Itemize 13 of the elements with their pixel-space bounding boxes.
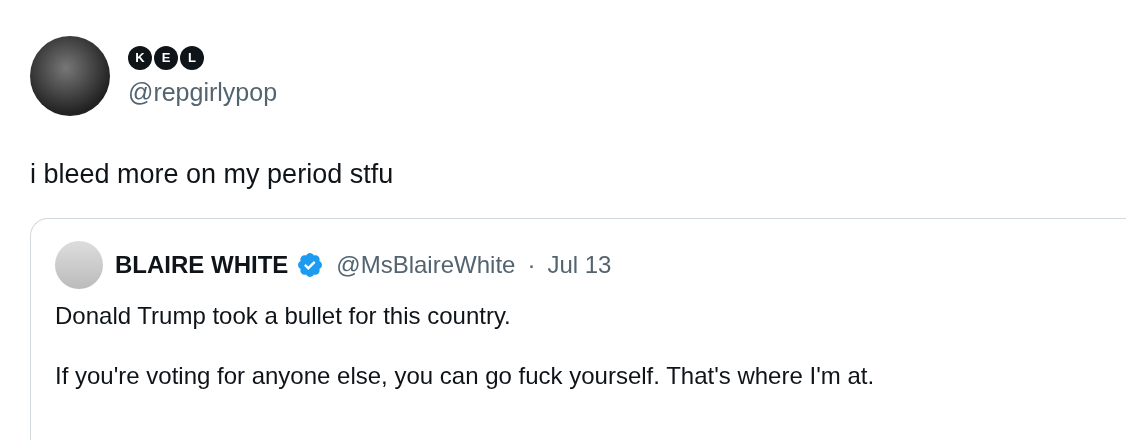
post-date: Jul 13	[547, 251, 612, 279]
quoted-tweet-text: If you're voting for anyone else, you can go fuck yourself. That's where I'm at.	[55, 361, 876, 391]
name-letter-badge: K	[128, 45, 152, 70]
name-letter-badge: L	[180, 45, 204, 70]
quoted-tweet-card[interactable]: BLAIRE WHITE @MsBlaireWhite · Jul 13 Donald Trump took a bullet for this country. If you're voting for anyone else, you can go fuck yourself. That's where I'm at.	[30, 218, 1126, 440]
name-letter-badge: E	[154, 45, 178, 70]
avatar-photo-placeholder	[55, 241, 103, 289]
quoted-tweet-text: Donald Trump took a bullet for this country.	[55, 301, 512, 331]
user-handle: @repgirlypop	[128, 77, 278, 107]
separator-dot: ·	[527, 251, 536, 279]
user-handle: @MsBlaireWhite	[336, 251, 516, 279]
display-name: BLAIRE WHITE	[115, 251, 289, 279]
tweet-text: i bleed more on my period stfu	[30, 158, 395, 190]
